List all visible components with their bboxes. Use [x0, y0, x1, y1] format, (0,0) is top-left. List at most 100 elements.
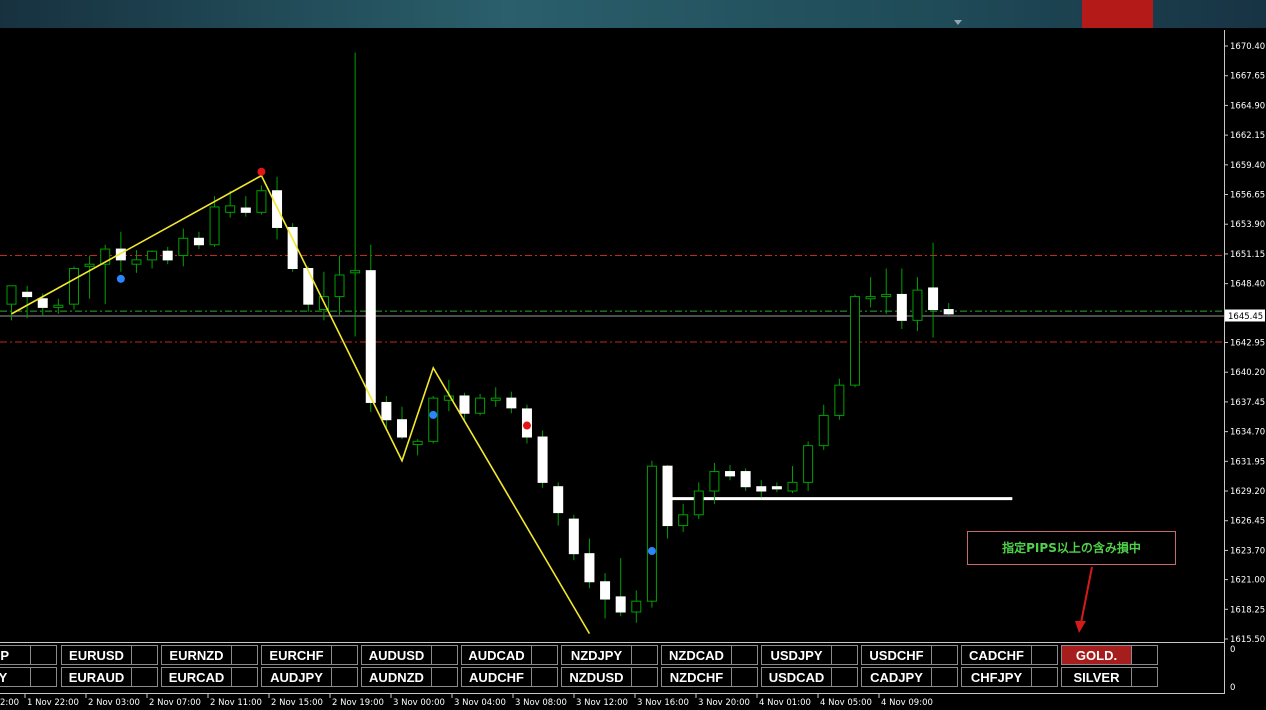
candle[interactable] — [100, 244, 111, 305]
candle[interactable] — [193, 231, 204, 250]
candle[interactable] — [725, 465, 736, 481]
symbol-button-cadchf[interactable]: CADCHF — [961, 645, 1032, 665]
symbol-button-usdcad[interactable]: USDCAD — [761, 667, 832, 687]
candle[interactable] — [412, 439, 423, 456]
symbol-button-gold[interactable]: GOLD. — [1061, 645, 1132, 665]
candle[interactable] — [943, 303, 954, 317]
symbol-button-chfjpy[interactable]: CHFJPY — [961, 667, 1032, 687]
symbol-button-usdjpy[interactable]: USDJPY — [761, 645, 832, 665]
candle[interactable] — [397, 406, 407, 440]
dropdown-caret-icon[interactable] — [954, 20, 962, 25]
symbol-toggle-box[interactable] — [1131, 667, 1158, 687]
symbol-button-euraud[interactable]: EURAUD — [61, 667, 132, 687]
candle[interactable] — [849, 294, 860, 388]
candle[interactable] — [162, 246, 173, 265]
symbol-toggle-box[interactable] — [531, 667, 558, 687]
symbol-toggle-box[interactable] — [931, 667, 958, 687]
candle[interactable] — [459, 392, 470, 422]
symbol-toggle-box[interactable] — [30, 645, 57, 665]
symbol-toggle-box[interactable] — [531, 645, 558, 665]
symbol-toggle-box[interactable] — [931, 645, 958, 665]
candle[interactable] — [756, 480, 767, 498]
symbol-toggle-box[interactable] — [731, 645, 758, 665]
title-bar-close-area[interactable] — [1082, 0, 1153, 28]
symbol-toggle-box[interactable] — [231, 667, 258, 687]
symbol-toggle-box[interactable] — [631, 667, 658, 687]
symbol-button-usdchf[interactable]: USDCHF — [861, 645, 932, 665]
candle[interactable] — [600, 573, 611, 619]
candle[interactable] — [787, 466, 798, 494]
symbol-toggle-box[interactable] — [431, 667, 458, 687]
symbol-button-nzdcad[interactable]: NZDCAD — [661, 645, 732, 665]
candle[interactable] — [912, 277, 923, 332]
symbol-button-audchf[interactable]: AUDCHF — [461, 667, 532, 687]
candle[interactable] — [662, 465, 673, 539]
symbol-toggle-box[interactable] — [231, 645, 258, 665]
candle[interactable] — [6, 285, 17, 321]
candle[interactable] — [178, 228, 189, 267]
symbol-button-eurcad[interactable]: EURCAD — [161, 667, 232, 687]
candle[interactable] — [818, 404, 829, 450]
symbol-button-audcad[interactable]: AUDCAD — [461, 645, 532, 665]
candle[interactable] — [896, 268, 907, 329]
candle[interactable] — [303, 266, 314, 312]
symbol-button-audjpy[interactable]: AUDJPY — [261, 667, 332, 687]
candle[interactable] — [615, 557, 626, 617]
candle[interactable] — [506, 391, 517, 414]
symbol-button-nzdusd[interactable]: NZDUSD — [561, 667, 632, 687]
candle[interactable] — [584, 538, 595, 589]
candle[interactable] — [287, 223, 298, 272]
candle[interactable] — [240, 196, 251, 217]
candle[interactable] — [740, 468, 751, 492]
candle[interactable] — [84, 255, 95, 299]
candle[interactable] — [256, 185, 267, 215]
symbol-toggle-box[interactable] — [831, 645, 858, 665]
symbol-toggle-box[interactable] — [1131, 645, 1158, 665]
candle[interactable] — [803, 441, 814, 492]
symbol-toggle-box[interactable] — [831, 667, 858, 687]
symbol-button-cadjpy[interactable]: CADJPY — [861, 667, 932, 687]
candle[interactable] — [350, 52, 361, 337]
candle[interactable] — [568, 514, 579, 561]
symbol-toggle-box[interactable] — [431, 645, 458, 665]
candle[interactable] — [631, 590, 642, 623]
candle[interactable] — [928, 242, 939, 338]
symbol-toggle-box[interactable] — [331, 667, 358, 687]
symbol-button-jpy[interactable]: JPY — [0, 667, 31, 687]
candle[interactable] — [834, 378, 845, 420]
symbol-toggle-box[interactable] — [131, 645, 158, 665]
symbol-button-gbp[interactable]: GBP — [0, 645, 31, 665]
candle[interactable] — [490, 387, 501, 407]
symbol-toggle-box[interactable] — [731, 667, 758, 687]
candle[interactable] — [771, 482, 782, 493]
candle[interactable] — [428, 395, 439, 444]
symbol-toggle-box[interactable] — [1031, 667, 1058, 687]
candle[interactable] — [537, 430, 548, 488]
candle[interactable] — [881, 268, 892, 314]
symbol-button-eurnzd[interactable]: EURNZD — [161, 645, 232, 665]
candle[interactable] — [475, 393, 486, 416]
candle[interactable] — [646, 460, 657, 608]
candle[interactable] — [334, 255, 345, 315]
candle[interactable] — [678, 503, 689, 533]
symbol-toggle-box[interactable] — [1031, 645, 1058, 665]
candle[interactable] — [553, 482, 564, 526]
symbol-button-nzdjpy[interactable]: NZDJPY — [561, 645, 632, 665]
candle[interactable] — [865, 277, 876, 308]
symbol-toggle-box[interactable] — [30, 667, 57, 687]
candle[interactable] — [131, 250, 142, 273]
symbol-button-audnzd[interactable]: AUDNZD — [361, 667, 432, 687]
symbol-toggle-box[interactable] — [631, 645, 658, 665]
symbol-toggle-box[interactable] — [131, 667, 158, 687]
candle[interactable] — [22, 285, 33, 319]
symbol-toggle-box[interactable] — [331, 645, 358, 665]
symbol-button-eurchf[interactable]: EURCHF — [261, 645, 332, 665]
candle[interactable] — [147, 250, 158, 269]
candle[interactable] — [381, 395, 392, 431]
symbol-button-eurusd[interactable]: EURUSD — [61, 645, 132, 665]
candle[interactable] — [68, 266, 79, 310]
symbol-button-audusd[interactable]: AUDUSD — [361, 645, 432, 665]
symbol-button-nzdchf[interactable]: NZDCHF — [661, 667, 732, 687]
candle[interactable] — [365, 244, 376, 413]
candle[interactable] — [693, 482, 704, 520]
